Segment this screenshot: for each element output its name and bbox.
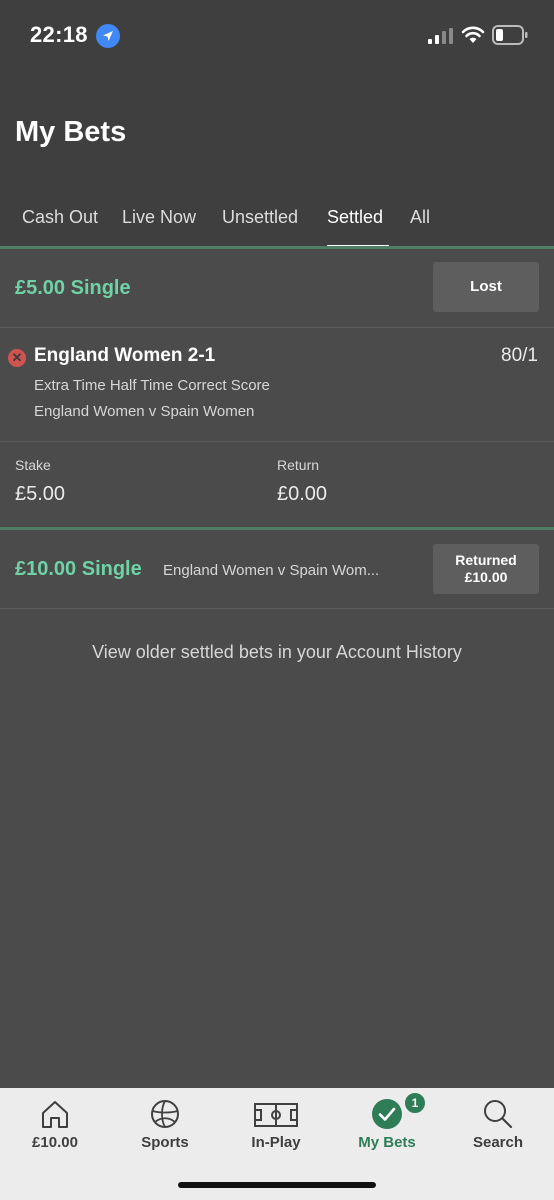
stake-value: £5.00 (15, 483, 66, 505)
stake-label: Stake (15, 457, 51, 473)
event-name: England Women v Spain Wom... (163, 562, 380, 579)
status-line-1: Returned (455, 552, 517, 568)
return-value: £0.00 (277, 483, 328, 505)
search-icon (484, 1100, 513, 1129)
tab-live-now[interactable]: Live Now (122, 202, 196, 246)
bet-status-returned-button[interactable]: Returned £10.00 (433, 544, 539, 594)
football-icon (151, 1100, 179, 1128)
location-arrow-icon (96, 24, 120, 48)
nav-sports[interactable]: Sports (110, 1088, 220, 1168)
tab-settled[interactable]: Settled (327, 202, 383, 246)
pitch-icon (254, 1103, 298, 1127)
page-title: My Bets (15, 116, 127, 148)
check-circle-icon (372, 1099, 402, 1129)
divider (0, 327, 554, 328)
clock: 22:18 (30, 22, 88, 47)
tab-unsettled[interactable]: Unsettled (222, 202, 298, 246)
nav-label: Sports (141, 1134, 189, 1151)
nav-my-bets[interactable]: 1 My Bets (332, 1088, 442, 1168)
event-name: England Women v Spain Women (34, 403, 255, 420)
tab-all[interactable]: All (410, 202, 430, 246)
return-label: Return (277, 457, 320, 473)
nav-in-play[interactable]: In-Play (221, 1088, 331, 1168)
selection-name: England Women 2-1 (34, 345, 216, 366)
signal-icon (428, 28, 453, 44)
account-history-link[interactable]: View older settled bets in your Account … (0, 642, 554, 663)
bets-count-badge: 1 (403, 1091, 427, 1115)
nav-search[interactable]: Search (443, 1088, 553, 1168)
battery-icon (492, 25, 528, 45)
home-indicator (178, 1182, 376, 1188)
bet-card[interactable]: £5.00 Single Lost ✕ England Women 2-1 80… (0, 249, 554, 528)
home-icon (42, 1101, 68, 1128)
page-header: My Bets Cash Out Live Now Unsettled Sett… (0, 72, 554, 246)
nav-label: £10.00 (32, 1134, 78, 1151)
bet-card[interactable]: £10.00 Single England Women v Spain Wom.… (0, 530, 554, 608)
wifi-icon (461, 26, 485, 43)
bet-title: £5.00 Single (15, 277, 131, 299)
status-line-2: £10.00 (464, 569, 508, 585)
market-name: Extra Time Half Time Correct Score (34, 377, 270, 394)
status-bar: 22:18 (0, 0, 554, 72)
divider (0, 441, 554, 442)
lost-x-icon: ✕ (8, 349, 26, 367)
bet-status-lost-button[interactable]: Lost (433, 262, 539, 312)
nav-label: My Bets (358, 1134, 416, 1151)
nav-home[interactable]: £10.00 (0, 1088, 110, 1168)
tab-cash-out[interactable]: Cash Out (22, 202, 98, 246)
selection-odds: 80/1 (501, 345, 538, 366)
nav-label: In-Play (251, 1134, 301, 1151)
nav-label: Search (472, 1134, 524, 1151)
bet-title: £10.00 Single (15, 558, 142, 580)
bet-tabs: Cash Out Live Now Unsettled Settled All (0, 202, 554, 246)
divider (0, 608, 554, 609)
